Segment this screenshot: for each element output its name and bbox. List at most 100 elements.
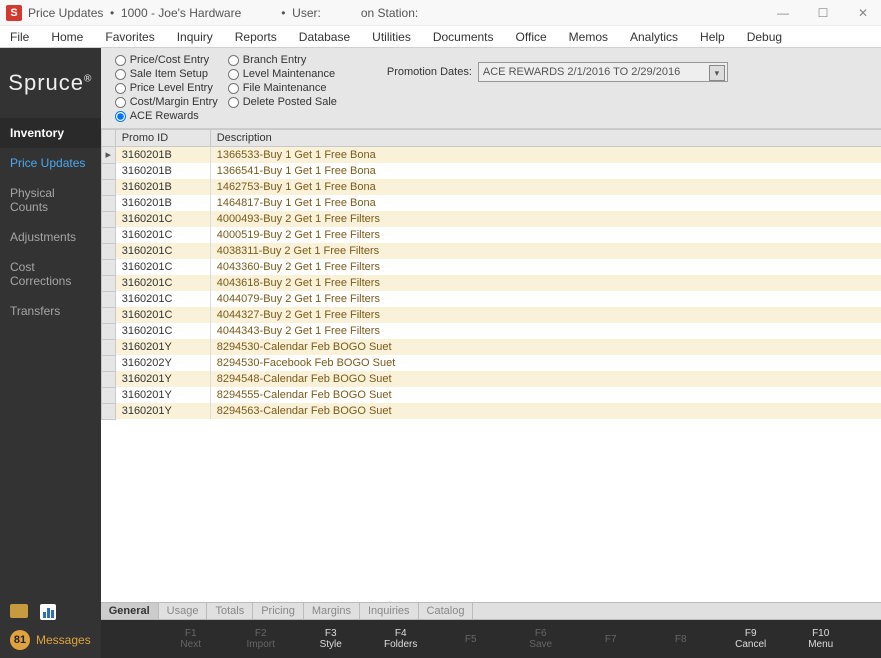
menu-favorites[interactable]: Favorites: [101, 28, 158, 46]
menu-file[interactable]: File: [6, 28, 33, 46]
tab-margins[interactable]: Margins: [304, 603, 360, 619]
row-selector[interactable]: [101, 259, 115, 275]
row-selector[interactable]: [101, 291, 115, 307]
cell-description[interactable]: 8294530-Calendar Feb BOGO Suet: [210, 339, 881, 355]
row-selector[interactable]: [101, 243, 115, 259]
table-row[interactable]: 3160201C4044343-Buy 2 Get 1 Free Filters: [101, 323, 881, 339]
table-row[interactable]: 3160201Y8294530-Calendar Feb BOGO Suet: [101, 339, 881, 355]
table-row[interactable]: 3160201C4043618-Buy 2 Get 1 Free Filters: [101, 275, 881, 291]
tab-pricing[interactable]: Pricing: [253, 603, 304, 619]
menu-reports[interactable]: Reports: [231, 28, 281, 46]
table-row[interactable]: 3160201B1366541-Buy 1 Get 1 Free Bona: [101, 163, 881, 179]
menu-home[interactable]: Home: [47, 28, 87, 46]
row-selector[interactable]: [101, 339, 115, 355]
radio-delete-posted-sale[interactable]: Delete Posted Sale: [228, 96, 337, 108]
table-row[interactable]: 3160201C4000493-Buy 2 Get 1 Free Filters: [101, 211, 881, 227]
row-selector[interactable]: [101, 195, 115, 211]
chart-icon[interactable]: [40, 604, 56, 620]
cell-promo-id[interactable]: 3160201B: [115, 163, 210, 179]
table-row[interactable]: 3160201B1462753-Buy 1 Get 1 Free Bona: [101, 179, 881, 195]
table-row[interactable]: 3160201Y8294555-Calendar Feb BOGO Suet: [101, 387, 881, 403]
cell-description[interactable]: 4044343-Buy 2 Get 1 Free Filters: [210, 323, 881, 339]
cell-description[interactable]: 4043360-Buy 2 Get 1 Free Filters: [210, 259, 881, 275]
row-selector[interactable]: [101, 211, 115, 227]
row-selector[interactable]: [101, 323, 115, 339]
col-promo-id[interactable]: Promo ID: [115, 130, 210, 147]
cell-description[interactable]: 1366541-Buy 1 Get 1 Free Bona: [210, 163, 881, 179]
table-row[interactable]: 3160201C4044327-Buy 2 Get 1 Free Filters: [101, 307, 881, 323]
fkey-f3[interactable]: F3Style: [311, 628, 351, 650]
table-row[interactable]: ▸3160201B1366533-Buy 1 Get 1 Free Bona: [101, 147, 881, 164]
cell-promo-id[interactable]: 3160201C: [115, 211, 210, 227]
cell-promo-id[interactable]: 3160201B: [115, 195, 210, 211]
grid-area[interactable]: Promo ID Description Auto Apply Active ▸…: [101, 129, 881, 602]
row-selector[interactable]: ▸: [101, 147, 115, 164]
tab-inquiries[interactable]: Inquiries: [360, 603, 419, 619]
radio-sale-item-setup[interactable]: Sale Item Setup: [115, 68, 218, 80]
tab-usage[interactable]: Usage: [159, 603, 208, 619]
menu-help[interactable]: Help: [696, 28, 729, 46]
cell-description[interactable]: 8294555-Calendar Feb BOGO Suet: [210, 387, 881, 403]
menu-database[interactable]: Database: [295, 28, 354, 46]
tab-totals[interactable]: Totals: [207, 603, 253, 619]
cell-description[interactable]: 1464817-Buy 1 Get 1 Free Bona: [210, 195, 881, 211]
sidebar-item-price-updates[interactable]: Price Updates: [0, 148, 101, 178]
cell-description[interactable]: 4038311-Buy 2 Get 1 Free Filters: [210, 243, 881, 259]
radio-price-cost-entry[interactable]: Price/Cost Entry: [115, 54, 218, 66]
sidebar-item-transfers[interactable]: Transfers: [0, 296, 101, 326]
menu-analytics[interactable]: Analytics: [626, 28, 682, 46]
radio-ace-rewards[interactable]: ACE Rewards: [115, 110, 218, 122]
row-selector[interactable]: [101, 179, 115, 195]
table-row[interactable]: 3160202Y8294530-Facebook Feb BOGO Suet: [101, 355, 881, 371]
cell-promo-id[interactable]: 3160201C: [115, 291, 210, 307]
radio-branch-entry[interactable]: Branch Entry: [228, 54, 337, 66]
row-selector[interactable]: [101, 403, 115, 419]
messages-button[interactable]: 81 Messages: [10, 630, 91, 650]
row-selector[interactable]: [101, 163, 115, 179]
close-button[interactable]: ✕: [851, 6, 875, 20]
radio-price-level-entry[interactable]: Price Level Entry: [115, 82, 218, 94]
menu-utilities[interactable]: Utilities: [368, 28, 415, 46]
menu-memos[interactable]: Memos: [565, 28, 612, 46]
table-row[interactable]: 3160201Y8294548-Calendar Feb BOGO Suet: [101, 371, 881, 387]
cell-promo-id[interactable]: 3160201B: [115, 179, 210, 195]
tab-general[interactable]: General: [101, 603, 159, 619]
table-row[interactable]: 3160201C4038311-Buy 2 Get 1 Free Filters: [101, 243, 881, 259]
cell-description[interactable]: 4000493-Buy 2 Get 1 Free Filters: [210, 211, 881, 227]
cell-promo-id[interactable]: 3160201C: [115, 307, 210, 323]
cell-promo-id[interactable]: 3160201C: [115, 243, 210, 259]
tab-catalog[interactable]: Catalog: [419, 603, 474, 619]
cell-description[interactable]: 1366533-Buy 1 Get 1 Free Bona: [210, 147, 881, 164]
menu-debug[interactable]: Debug: [743, 28, 786, 46]
cell-promo-id[interactable]: 3160201Y: [115, 371, 210, 387]
folder-icon[interactable]: [10, 604, 28, 618]
maximize-button[interactable]: ☐: [811, 6, 835, 20]
menu-inquiry[interactable]: Inquiry: [173, 28, 217, 46]
table-row[interactable]: 3160201Y8294563-Calendar Feb BOGO Suet: [101, 403, 881, 419]
cell-description[interactable]: 8294548-Calendar Feb BOGO Suet: [210, 371, 881, 387]
promo-grid[interactable]: Promo ID Description Auto Apply Active ▸…: [101, 129, 881, 420]
sidebar-item-cost-corrections[interactable]: Cost Corrections: [0, 252, 101, 296]
fkey-f4[interactable]: F4Folders: [381, 628, 421, 650]
fkey-f10[interactable]: F10Menu: [801, 628, 841, 650]
cell-description[interactable]: 1462753-Buy 1 Get 1 Free Bona: [210, 179, 881, 195]
minimize-button[interactable]: —: [771, 6, 795, 20]
row-selector[interactable]: [101, 227, 115, 243]
cell-promo-id[interactable]: 3160201B: [115, 147, 210, 164]
table-row[interactable]: 3160201C4043360-Buy 2 Get 1 Free Filters: [101, 259, 881, 275]
table-row[interactable]: 3160201C4000519-Buy 2 Get 1 Free Filters: [101, 227, 881, 243]
row-selector[interactable]: [101, 307, 115, 323]
menu-documents[interactable]: Documents: [429, 28, 498, 46]
radio-file-maintenance[interactable]: File Maintenance: [228, 82, 337, 94]
cell-description[interactable]: 8294563-Calendar Feb BOGO Suet: [210, 403, 881, 419]
sidebar-item-physical-counts[interactable]: Physical Counts: [0, 178, 101, 222]
cell-promo-id[interactable]: 3160201Y: [115, 387, 210, 403]
cell-description[interactable]: 4000519-Buy 2 Get 1 Free Filters: [210, 227, 881, 243]
row-selector[interactable]: [101, 387, 115, 403]
cell-promo-id[interactable]: 3160201Y: [115, 403, 210, 419]
cell-description[interactable]: 4043618-Buy 2 Get 1 Free Filters: [210, 275, 881, 291]
table-row[interactable]: 3160201B1464817-Buy 1 Get 1 Free Bona: [101, 195, 881, 211]
radio-cost-margin-entry[interactable]: Cost/Margin Entry: [115, 96, 218, 108]
fkey-f9[interactable]: F9Cancel: [731, 628, 771, 650]
cell-promo-id[interactable]: 3160201C: [115, 323, 210, 339]
